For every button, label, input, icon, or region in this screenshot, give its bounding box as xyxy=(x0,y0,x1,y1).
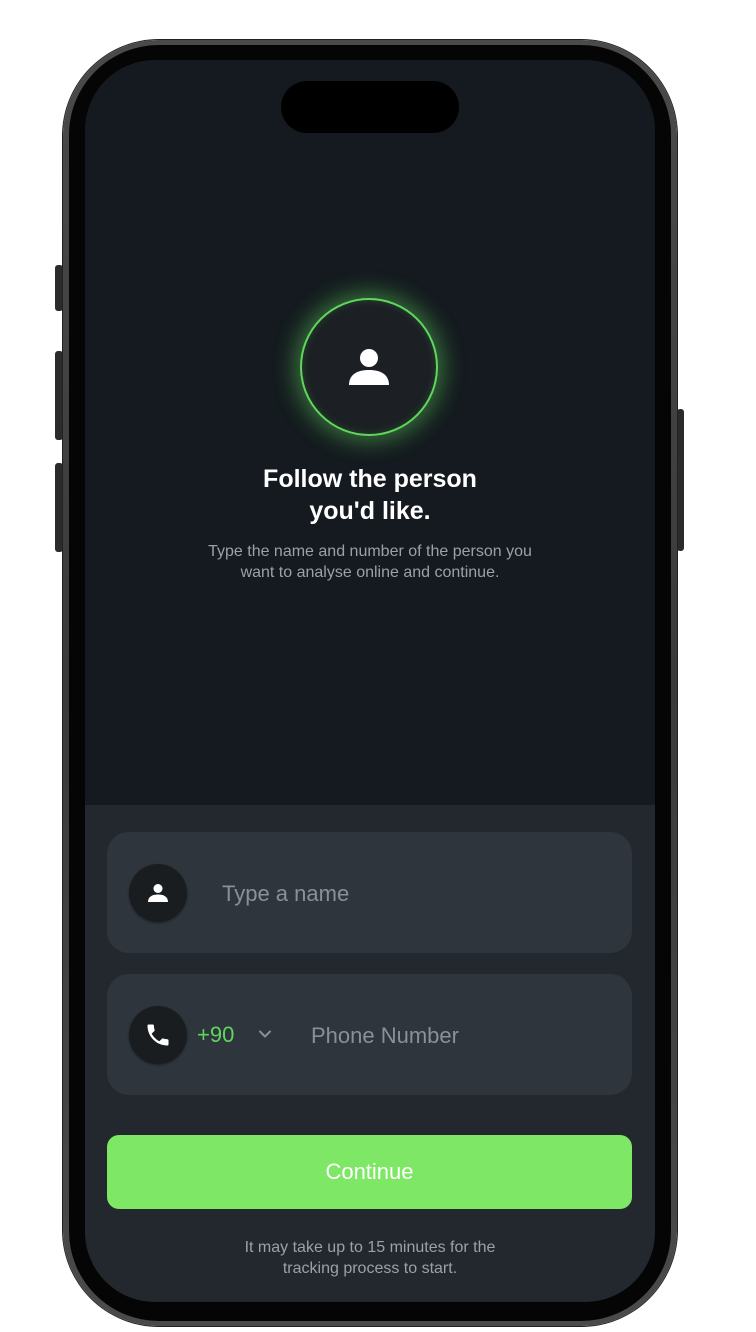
person-icon xyxy=(347,345,391,389)
tracking-note-line-2: tracking process to start. xyxy=(282,1260,458,1277)
name-input[interactable] xyxy=(220,872,604,916)
continue-button[interactable]: Continue xyxy=(107,1135,632,1209)
tracking-form: +90 Continue It may take up to 15 minute… xyxy=(85,805,655,1302)
name-field[interactable] xyxy=(107,832,632,953)
avatar xyxy=(300,298,438,436)
page-subtitle: Type the name and number of the person y… xyxy=(85,541,655,583)
screen: Follow the person you'd like. Type the n… xyxy=(85,60,655,1302)
page-title: Follow the person you'd like. xyxy=(85,463,655,527)
page-title-line-2: you'd like. xyxy=(309,497,431,525)
person-icon xyxy=(129,864,187,922)
power-button xyxy=(677,409,684,551)
page-subtitle-line-2: want to analyse online and continue. xyxy=(240,564,500,581)
tracking-note: It may take up to 15 minutes for the tra… xyxy=(85,1237,655,1279)
phone-icon xyxy=(129,1006,187,1064)
page-title-line-1: Follow the person xyxy=(263,465,477,493)
hero-section: Follow the person you'd like. Type the n… xyxy=(85,60,655,805)
page: Follow the person you'd like. Type the n… xyxy=(0,0,756,1332)
country-code-selector[interactable]: +90 xyxy=(197,1018,234,1052)
action-button xyxy=(55,265,63,311)
phone-field[interactable]: +90 xyxy=(107,974,632,1095)
volume-up-button xyxy=(55,351,63,440)
page-subtitle-line-1: Type the name and number of the person y… xyxy=(208,543,532,560)
tracking-note-line-1: It may take up to 15 minutes for the xyxy=(244,1239,496,1256)
chevron-down-icon[interactable] xyxy=(257,1026,273,1042)
dynamic-island xyxy=(281,81,459,133)
phone-number-input[interactable] xyxy=(309,1014,613,1058)
volume-down-button xyxy=(55,463,63,552)
